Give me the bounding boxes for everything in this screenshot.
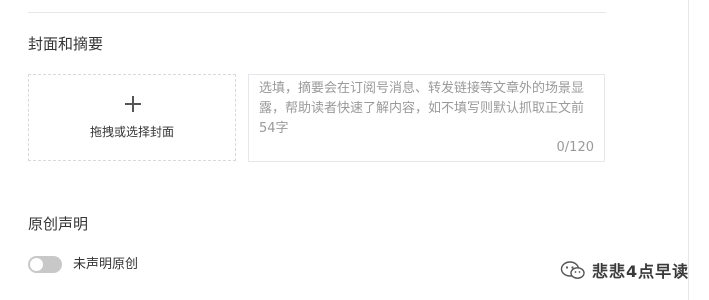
cover-upload-label: 拖拽或选择封面 — [89, 125, 174, 139]
original-declaration-label: 未声明原创 — [73, 257, 139, 272]
editor-settings-panel: 封面和摘要 拖拽或选择封面 0/120 原创声明 未声明原创 悲悲4点早读 — [0, 0, 709, 300]
cover-upload-area[interactable]: 拖拽或选择封面 — [28, 74, 236, 161]
original-section-title: 原创声明 — [28, 215, 89, 233]
plus-icon — [125, 96, 141, 112]
summary-box: 0/120 — [248, 74, 605, 162]
original-declaration-toggle[interactable] — [28, 256, 62, 273]
wechat-icon — [560, 261, 585, 279]
panel-right-border — [688, 0, 689, 300]
toggle-knob — [30, 258, 43, 271]
watermark: 悲悲4点早读 — [560, 258, 689, 282]
cover-section-title: 封面和摘要 — [28, 35, 104, 53]
summary-textarea[interactable] — [259, 79, 599, 141]
top-divider — [28, 12, 606, 13]
summary-char-counter: 0/120 — [556, 140, 594, 155]
watermark-text: 悲悲4点早读 — [592, 262, 690, 281]
